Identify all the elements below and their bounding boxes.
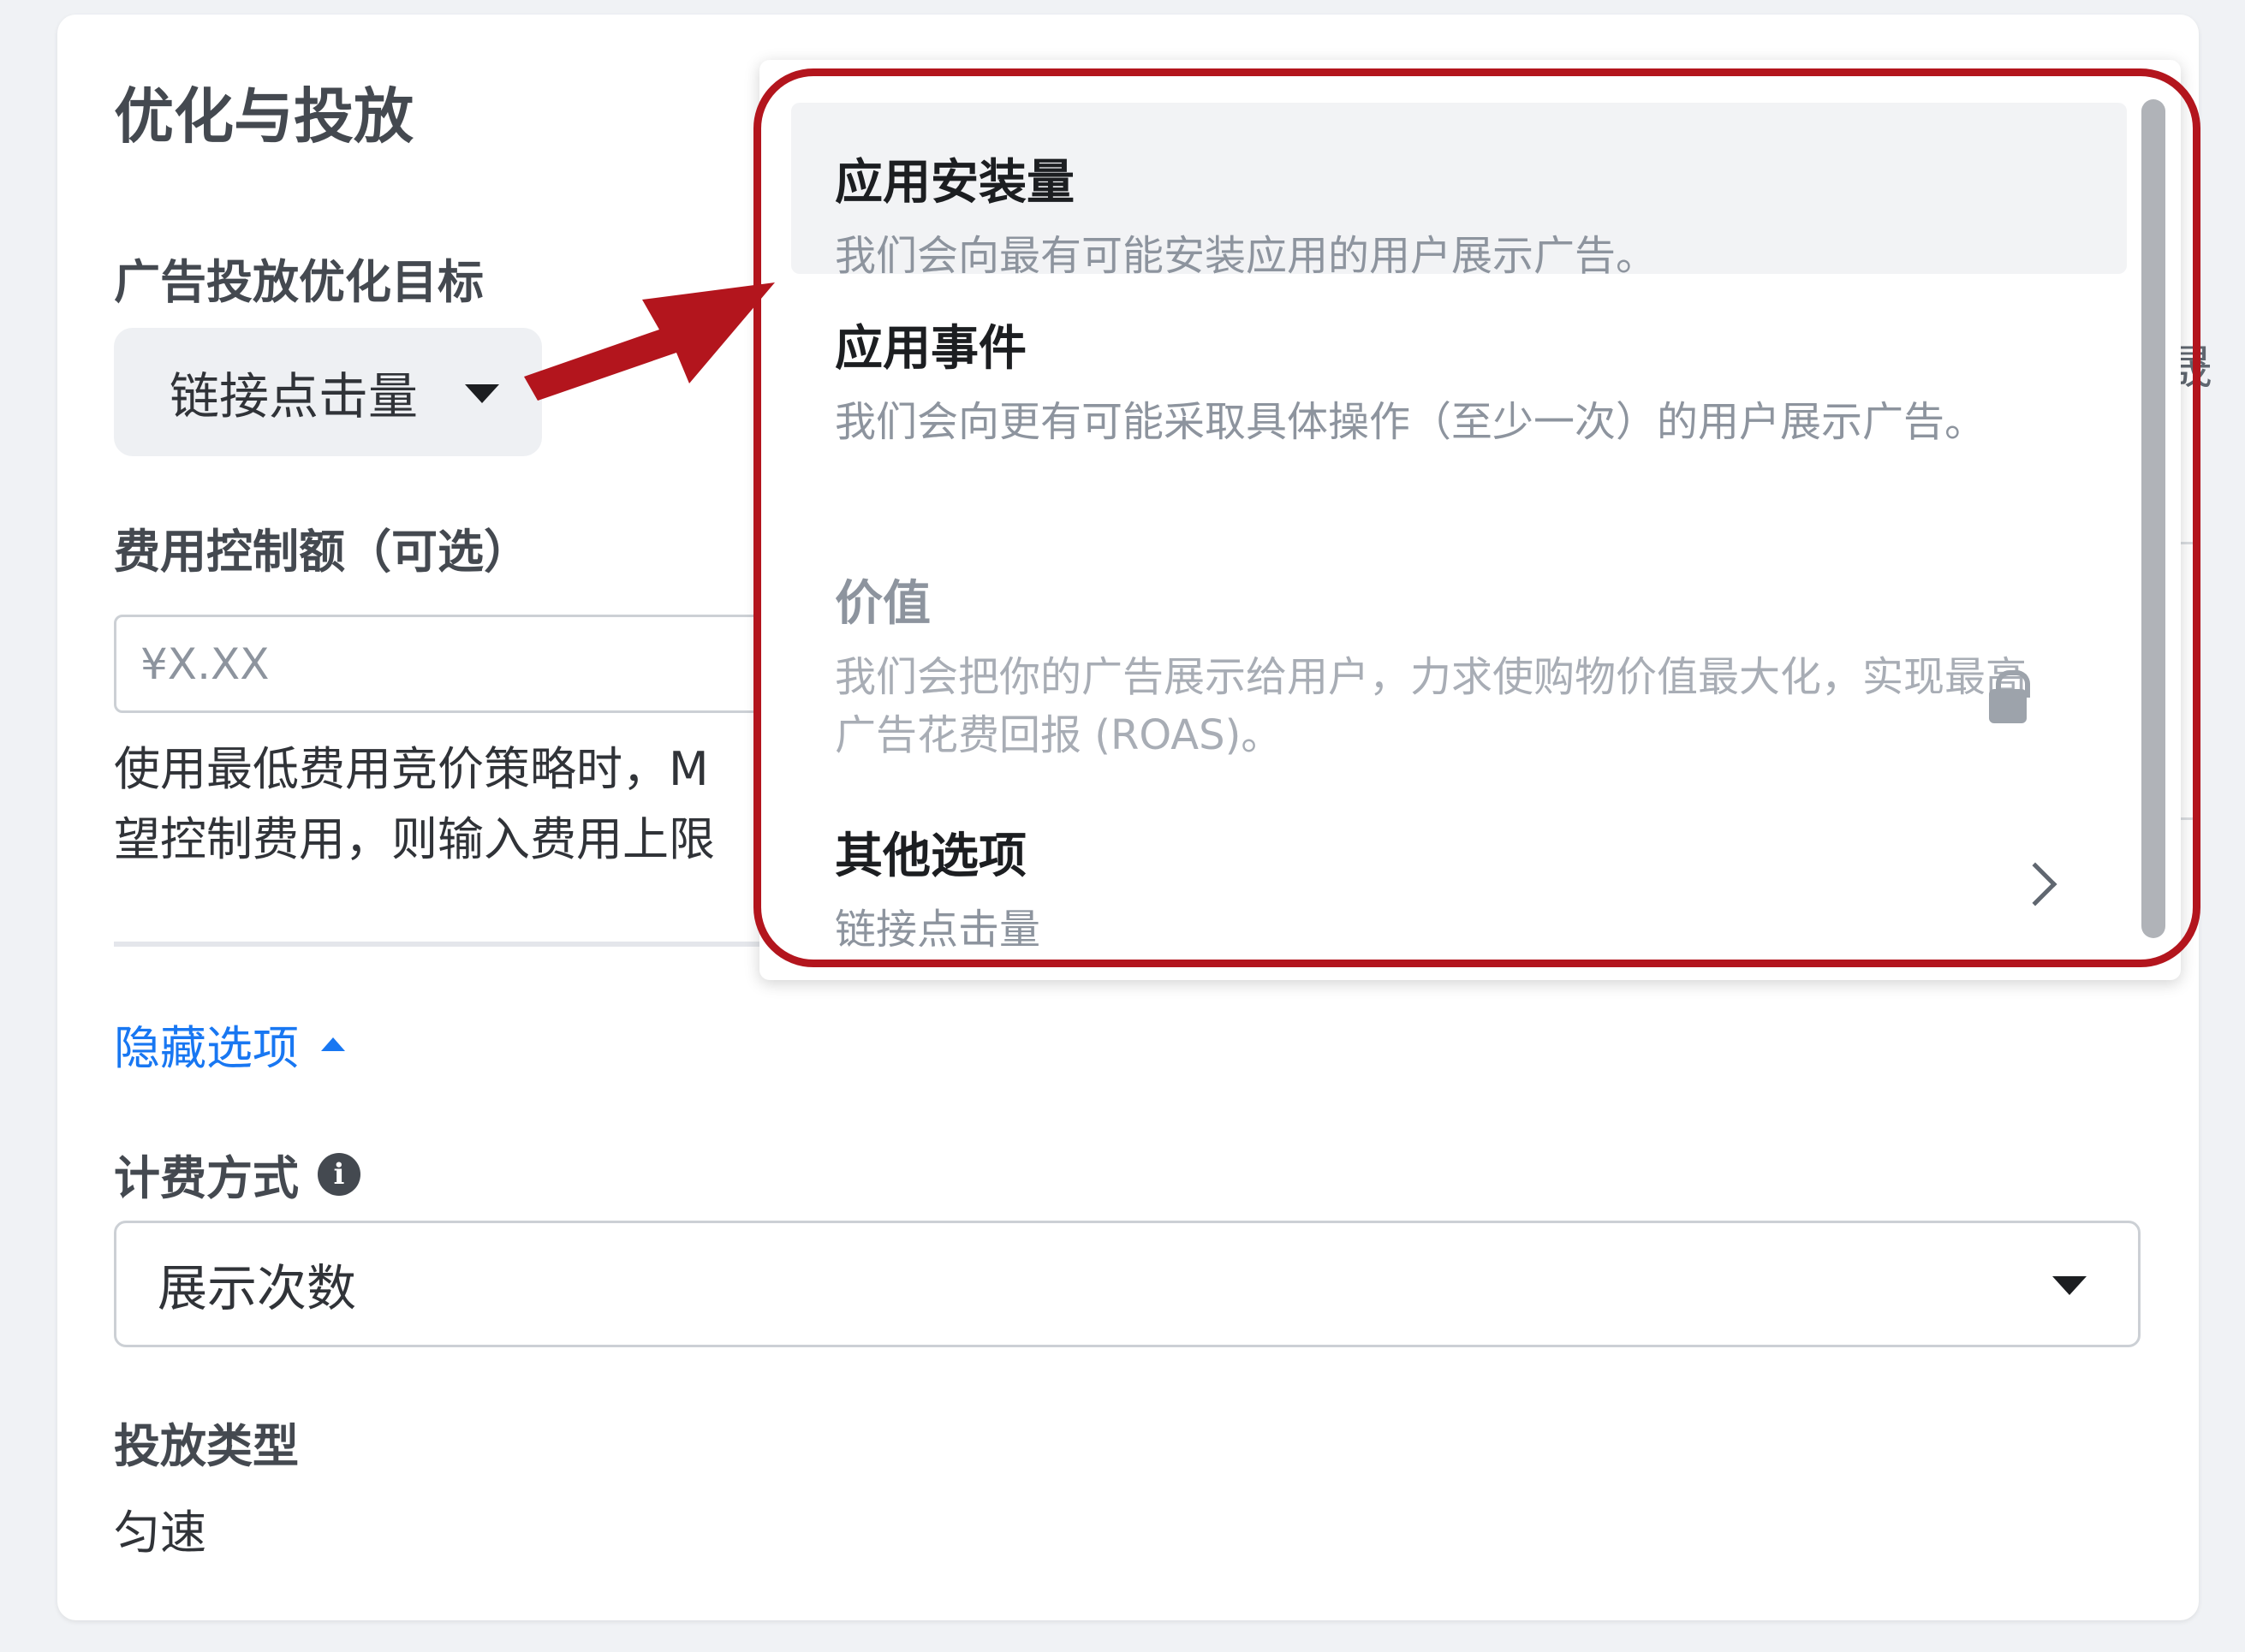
help-line-1: 使用最低费用竞价策略时，M — [114, 742, 709, 796]
optimization-goal-dropdown[interactable]: 链接点击量 — [114, 328, 542, 456]
menu-item-other-options[interactable]: 其他选项 链接点击量 — [759, 817, 2129, 959]
menu-item-desc: 我们会向更有可能采取具体操作（至少一次）的用户展示广告。 — [835, 398, 1986, 446]
cost-control-placeholder: ¥X.XX — [140, 639, 270, 689]
divider — [114, 942, 799, 947]
hide-options-label: 隐藏选项 — [114, 1021, 299, 1075]
help-line-2: 望控制费用，则输入费用上限 — [114, 812, 715, 866]
section-title: 优化与投放 — [114, 81, 414, 152]
cost-control-help: 使用最低费用竞价策略时，M 望控制费用，则输入费用上限 — [114, 734, 765, 875]
optimization-goal-label: 广告投放优化目标 — [114, 255, 484, 309]
caret-down-icon — [465, 384, 499, 403]
delivery-type-label: 投放类型 — [114, 1419, 299, 1473]
menu-item-value: 价值 我们会把你的广告展示给用户，力求使购物价值最大化，实现最高广告花费回报 (… — [759, 565, 2129, 764]
menu-item-app-installs[interactable]: 应用安装量 我们会向最有可能安装应用的用户展示广告。 — [791, 103, 2127, 280]
menu-item-desc: 链接点击量 — [835, 906, 1041, 954]
info-icon[interactable]: i — [318, 1152, 360, 1196]
caret-up-icon — [321, 1037, 345, 1051]
menu-item-title: 应用事件 — [835, 321, 1027, 377]
menu-item-title: 应用安装量 — [835, 155, 1075, 211]
menu-item-app-events[interactable]: 应用事件 我们会向更有可能采取具体操作（至少一次）的用户展示广告。 — [759, 310, 2129, 451]
menu-scrollbar[interactable] — [2141, 99, 2165, 938]
billing-label: 计费方式 — [114, 1151, 299, 1205]
optimization-goal-menu: 应用安装量 我们会向最有可能安装应用的用户展示广告。 应用事件 我们会向更有可能… — [759, 60, 2181, 980]
billing-method-select[interactable]: 展示次数 — [114, 1221, 2141, 1347]
billing-label-row: 计费方式 i — [114, 1140, 360, 1208]
billing-method-value: 展示次数 — [158, 1259, 357, 1317]
menu-item-title: 其他选项 — [835, 829, 1027, 884]
cost-control-label: 费用控制额（可选） — [114, 525, 530, 579]
lock-icon — [1989, 670, 2030, 723]
caret-down-icon — [2052, 1276, 2087, 1295]
delivery-type-value: 匀速 — [114, 1506, 206, 1560]
menu-item-desc: 我们会把你的广告展示给用户，力求使购物价值最大化，实现最高广告花费回报 (ROA… — [835, 653, 2028, 759]
menu-item-desc: 我们会向最有可能安装应用的用户展示广告。 — [835, 232, 1658, 280]
optimization-goal-value: 链接点击量 — [170, 367, 419, 425]
red-arrow-icon — [524, 282, 775, 401]
hide-options-link[interactable]: 隐藏选项 — [114, 1010, 345, 1078]
menu-item-title: 价值 — [835, 576, 931, 632]
